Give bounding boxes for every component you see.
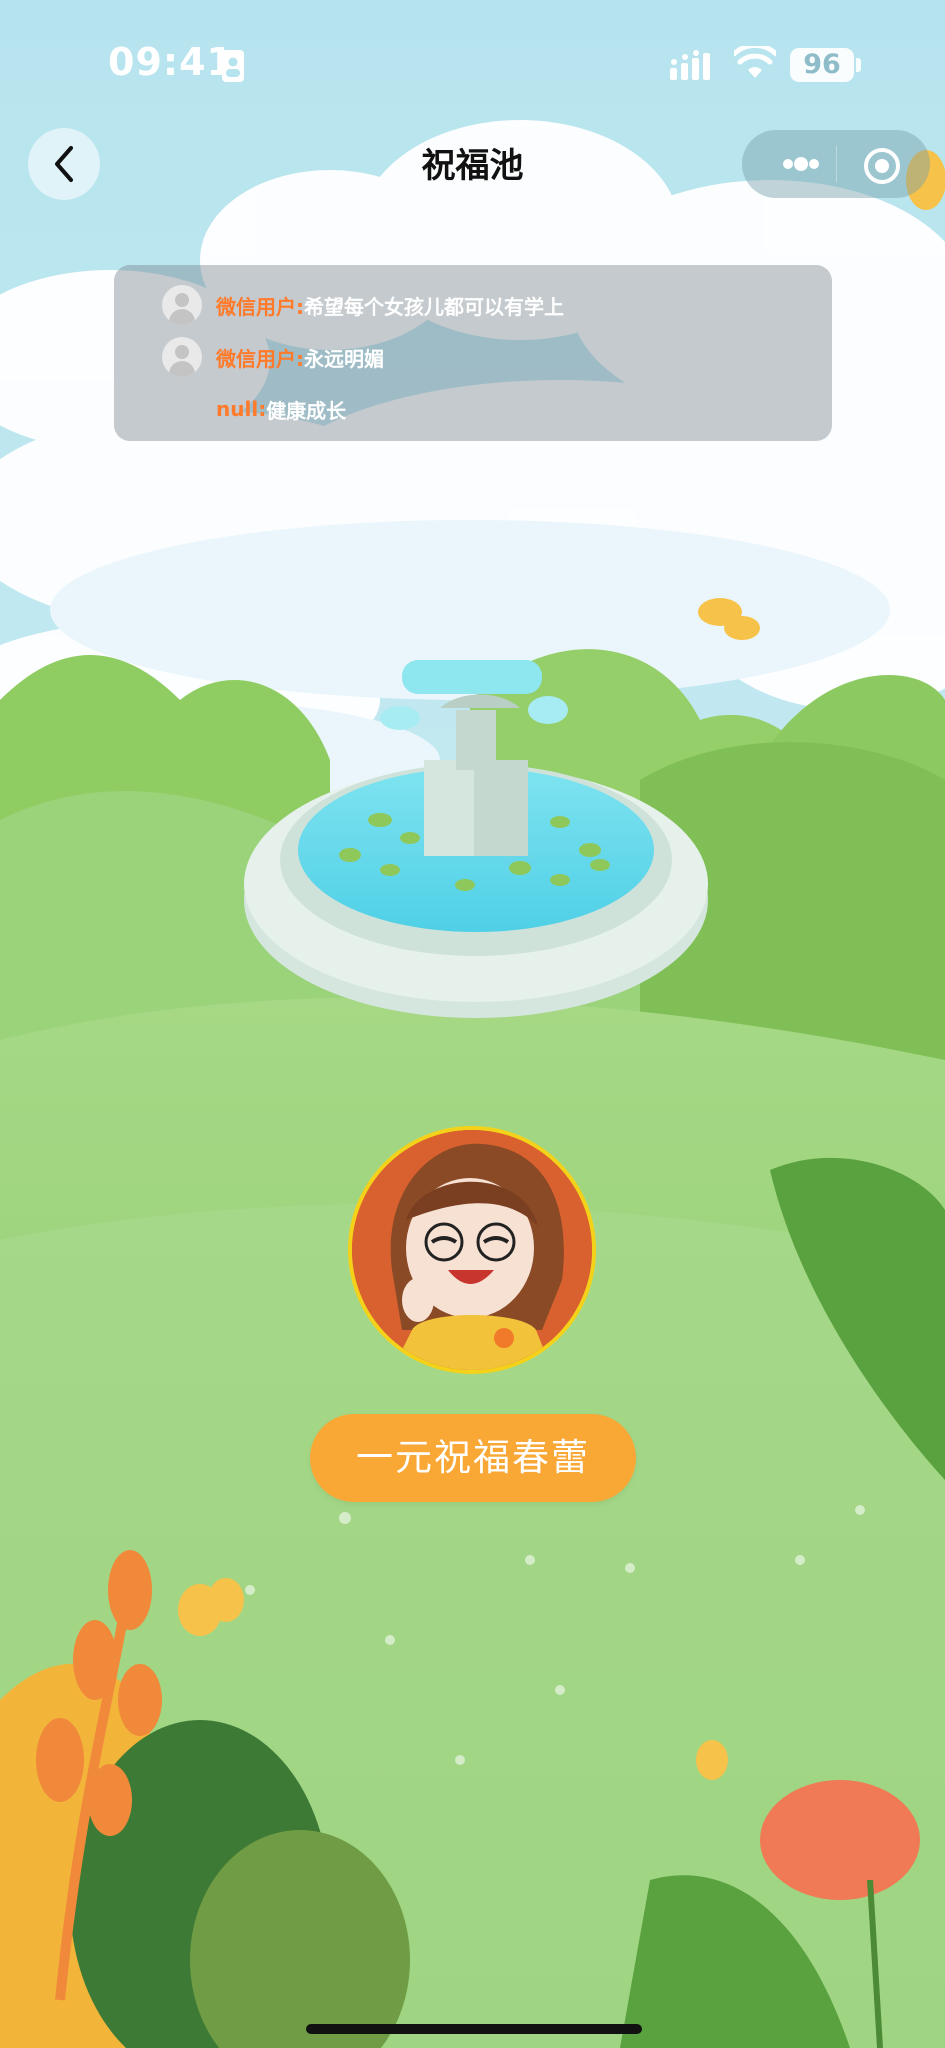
miniprogram-capsule (742, 130, 930, 198)
bless-button[interactable]: 一元祝福春蕾 (310, 1414, 636, 1502)
wish-username: 微信用户: (216, 346, 304, 371)
signal-icon (670, 50, 710, 80)
status-bar: 09:41 96 (0, 0, 945, 130)
wish-username: null: (216, 397, 267, 421)
wish-text: 希望每个女孩儿都可以有学上 (304, 294, 564, 319)
wish-message-panel: 微信用户: 希望每个女孩儿都可以有学上 微信用户: 永远明媚 null: 健康成… (114, 265, 832, 441)
wish-item: null: 健康成长 (162, 387, 346, 431)
user-avatar-icon (162, 337, 202, 377)
more-dots-icon[interactable] (766, 148, 836, 180)
id-card-icon (222, 50, 244, 82)
capsule-divider (836, 146, 837, 182)
close-miniprogram-icon[interactable] (862, 146, 902, 186)
user-avatar-icon (162, 285, 202, 325)
battery-tip (856, 58, 861, 72)
wish-username: 微信用户: (216, 294, 304, 319)
empty-avatar-slot (162, 389, 202, 429)
wish-text: 健康成长 (266, 398, 347, 423)
navigation-bar: 祝福池 (0, 128, 945, 200)
wish-text: 永远明媚 (304, 346, 384, 371)
profile-avatar (348, 1126, 596, 1374)
home-indicator (306, 2024, 642, 2034)
wifi-icon (734, 46, 776, 78)
status-time: 09:41 (108, 40, 234, 84)
wish-item: 微信用户: 永远明媚 (162, 335, 384, 379)
wish-item: 微信用户: 希望每个女孩儿都可以有学上 (162, 283, 564, 327)
cartoon-girl-avatar (352, 1130, 592, 1370)
battery-level: 96 (790, 48, 854, 82)
